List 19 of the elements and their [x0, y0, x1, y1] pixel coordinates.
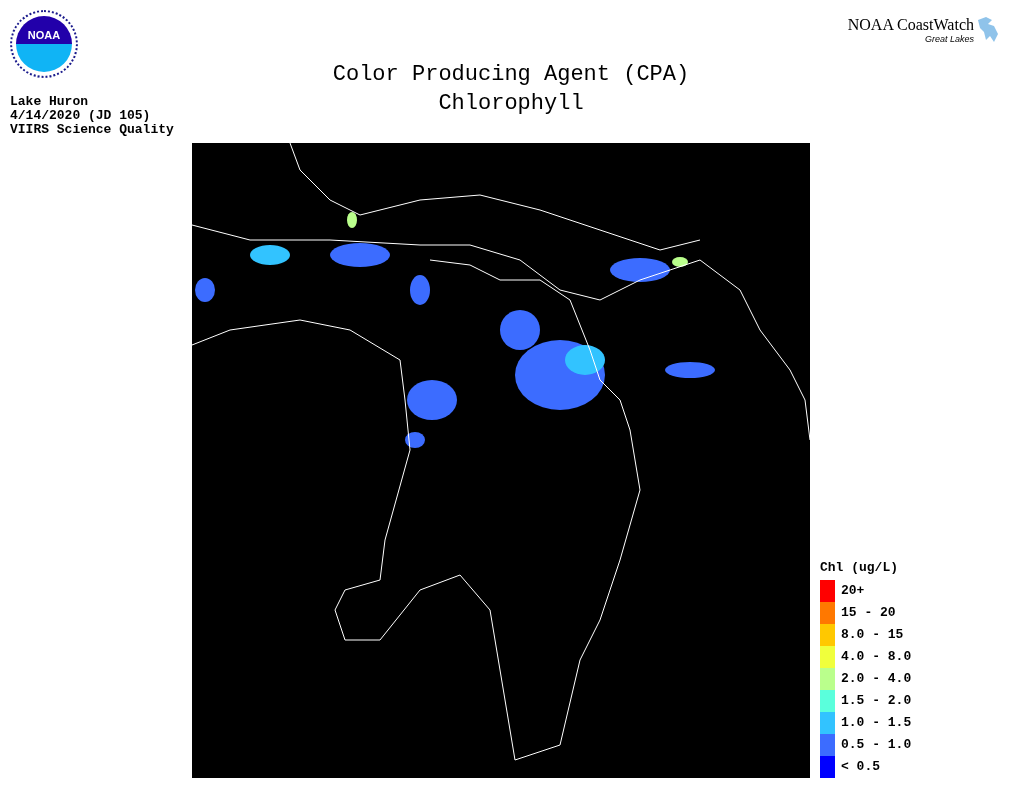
legend-label: 1.5 - 2.0 — [841, 692, 912, 711]
lakes-icon — [976, 16, 1000, 44]
legend-label: < 0.5 — [841, 758, 880, 777]
legend-title: Chl (ug/L) — [820, 560, 899, 576]
brand-subtitle: Great Lakes — [924, 34, 974, 44]
legend-label: 20+ — [841, 582, 865, 601]
chart-title: Color Producing Agent (CPA) — [332, 61, 690, 89]
legend-label: 8.0 - 15 — [841, 626, 904, 645]
legend-label: 1.0 - 1.5 — [841, 714, 912, 733]
info-text: Lake Huron — [10, 95, 89, 109]
legend-label: 15 - 20 — [841, 604, 896, 623]
brand-name: NOAA CoastWatch — [847, 16, 974, 34]
info-text: VIIRS Science Quality — [10, 123, 175, 137]
legend-label: 2.0 - 4.0 — [841, 670, 912, 689]
legend-label: 4.0 - 8.0 — [841, 648, 912, 667]
info-text: 4/14/2020 (JD 105) — [10, 109, 152, 123]
logo-text: NOAA — [27, 30, 61, 41]
chart-title: Chlorophyll — [438, 90, 584, 118]
legend-label: 0.5 - 1.0 — [841, 736, 912, 755]
